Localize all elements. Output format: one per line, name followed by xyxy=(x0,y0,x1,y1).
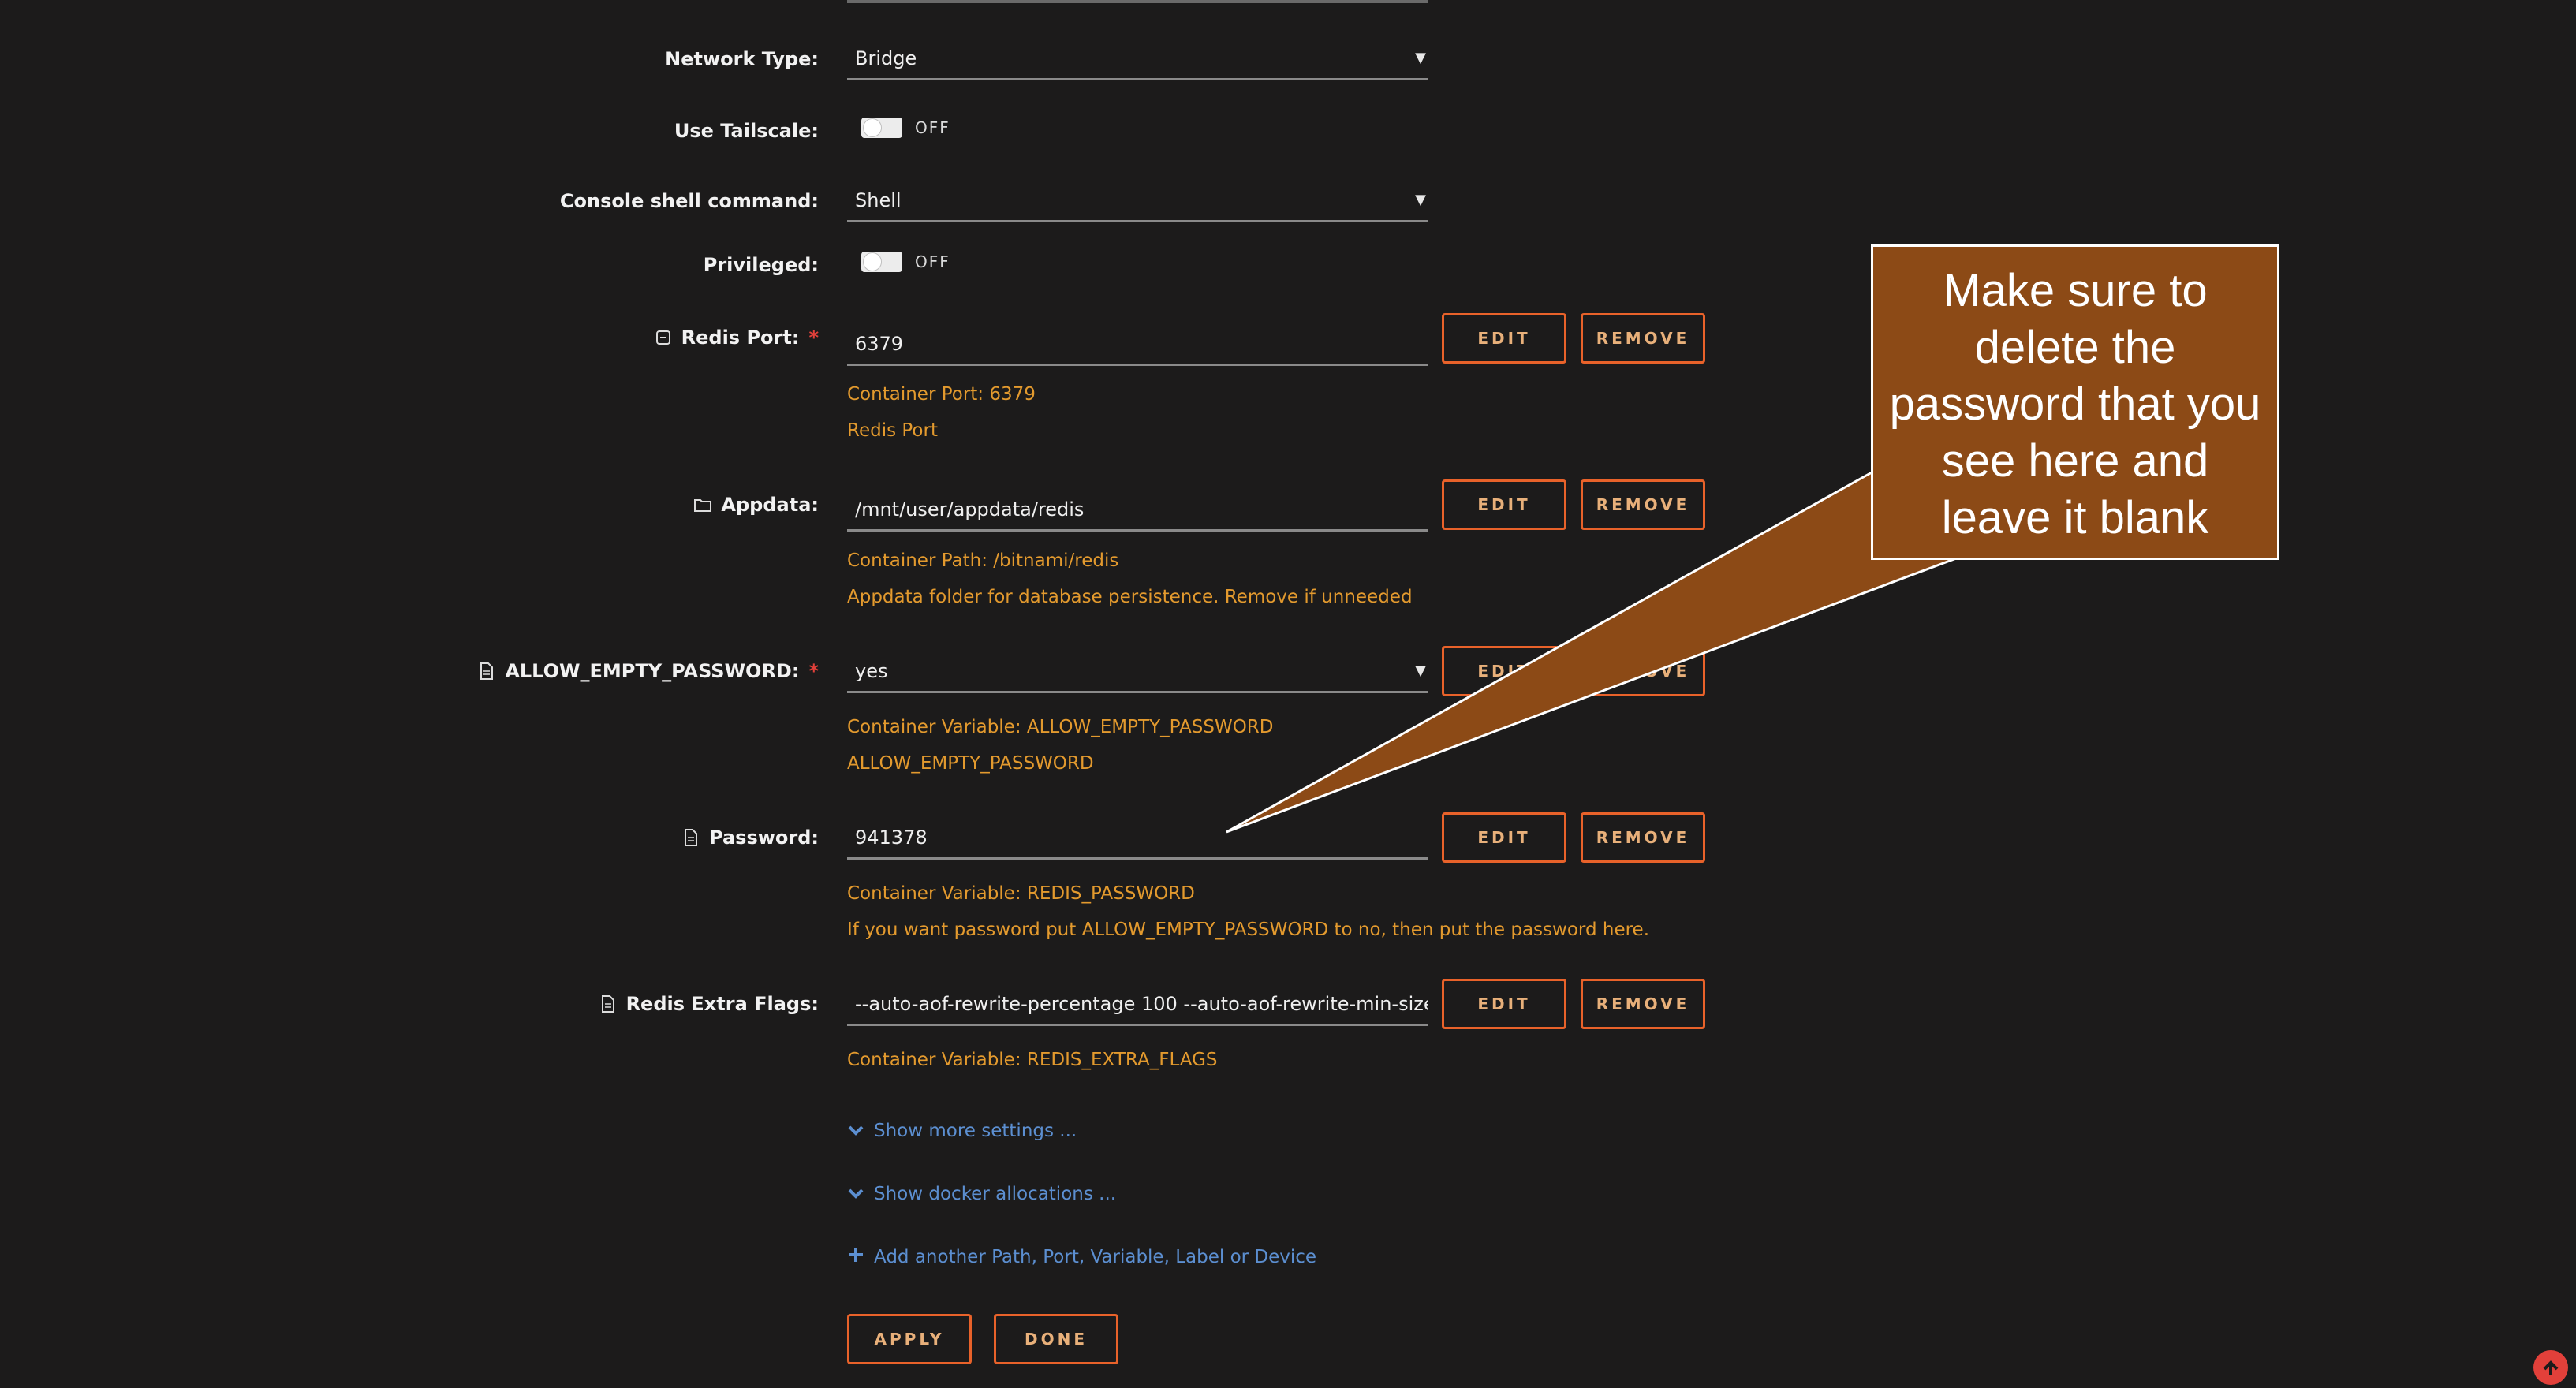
callout-pointer xyxy=(1226,470,1958,834)
callout-text: Make sure to delete the password that yo… xyxy=(1889,265,2261,543)
callout-box: Make sure to delete the password that yo… xyxy=(1871,244,2279,560)
